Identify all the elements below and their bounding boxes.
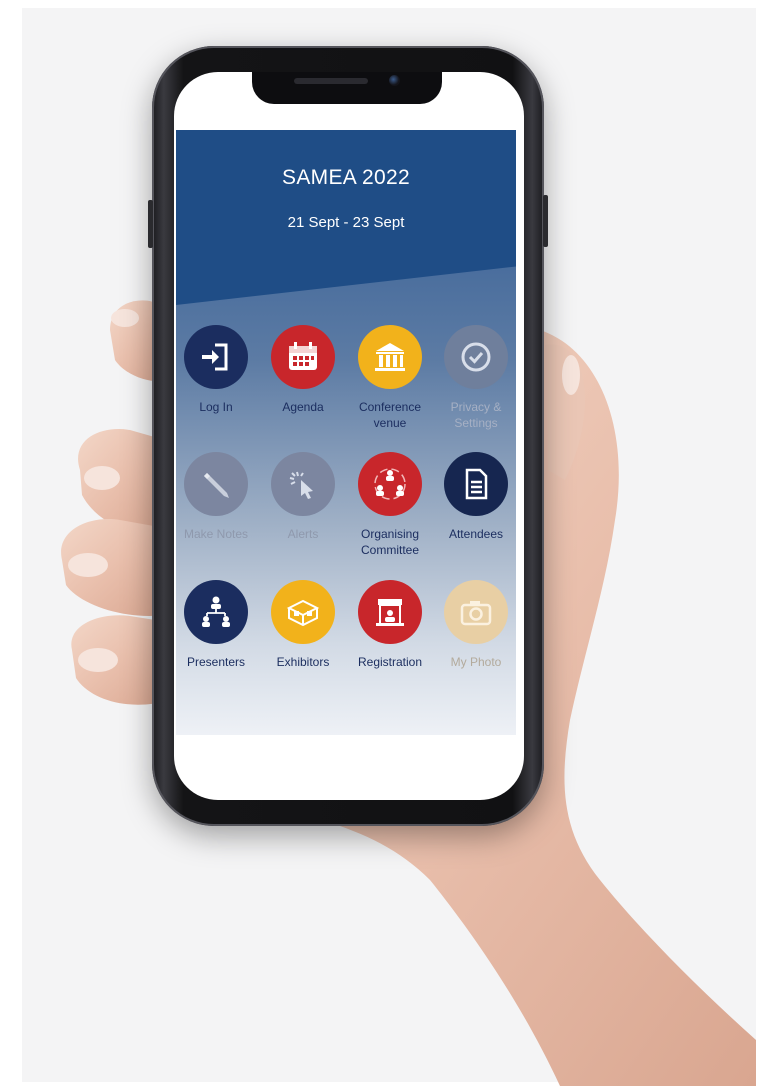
app-title: SAMEA 2022 (282, 166, 410, 189)
tile-circle (358, 580, 422, 644)
front-camera-icon (389, 75, 400, 86)
app-header: SAMEA 2022 21 Sept - 23 Sept (176, 130, 516, 305)
tile-label: Registration (357, 655, 423, 669)
tile-circle (271, 325, 335, 389)
camera-icon (460, 601, 492, 626)
tile-exhibitors[interactable]: Exhibitors (260, 580, 346, 700)
tile-label: Conference venue (358, 400, 422, 430)
tile-label: Log In (199, 400, 233, 414)
phone-side-button-right (543, 195, 548, 247)
tile-circle (358, 325, 422, 389)
tile-circle (184, 452, 248, 516)
exhibition-booth-icon (286, 599, 320, 627)
tile-label: My Photo (450, 655, 502, 669)
tile-label: Alerts (287, 527, 319, 541)
app-home: SAMEA 2022 21 Sept - 23 Sept Log In Agen… (176, 130, 516, 735)
tile-my-photo[interactable]: My Photo (433, 580, 519, 700)
registration-desk-icon (376, 599, 404, 626)
team-cycle-icon (374, 468, 406, 500)
phone-side-button-left (148, 200, 153, 248)
tile-label: Exhibitors (276, 655, 330, 669)
tile-circle (184, 325, 248, 389)
tile-label: Make Notes (183, 527, 249, 541)
tile-privacy-settings[interactable]: Privacy & Settings (433, 325, 519, 445)
building-icon (375, 343, 405, 371)
org-chart-icon (202, 596, 230, 627)
tile-label: Agenda (282, 400, 324, 414)
tile-label: Presenters (186, 655, 246, 669)
check-circle-icon (461, 342, 491, 372)
pencil-icon (204, 473, 229, 498)
tile-label: Organising Committee (360, 527, 420, 557)
tile-label: Privacy & Settings (450, 400, 502, 430)
tile-circle (444, 580, 508, 644)
tile-log-in[interactable]: Log In (174, 325, 259, 445)
tile-label: Attendees (448, 527, 504, 541)
tile-circle (271, 452, 335, 516)
tile-circle (444, 325, 508, 389)
login-icon (202, 343, 228, 371)
tile-circle (184, 580, 248, 644)
speaker-grille (294, 78, 368, 84)
tile-presenters[interactable]: Presenters (174, 580, 259, 700)
tile-attendees[interactable]: Attendees (433, 452, 519, 572)
calendar-icon (289, 342, 317, 370)
phone-screen: SAMEA 2022 21 Sept - 23 Sept Log In Agen… (174, 72, 524, 800)
tile-agenda[interactable]: Agenda (260, 325, 346, 445)
phone-notch (252, 72, 442, 104)
tile-registration[interactable]: Registration (347, 580, 433, 700)
tile-circle (358, 452, 422, 516)
tile-alerts[interactable]: Alerts (260, 452, 346, 572)
tile-conference-venue[interactable]: Conference venue (347, 325, 433, 445)
tile-organising-committee[interactable]: Organising Committee (347, 452, 433, 572)
event-dates: 21 Sept - 23 Sept (287, 214, 405, 231)
cursor-click-icon (289, 471, 313, 499)
tile-circle (444, 452, 508, 516)
tile-make-notes[interactable]: Make Notes (174, 452, 259, 572)
tile-circle (271, 580, 335, 644)
document-icon (465, 468, 488, 500)
